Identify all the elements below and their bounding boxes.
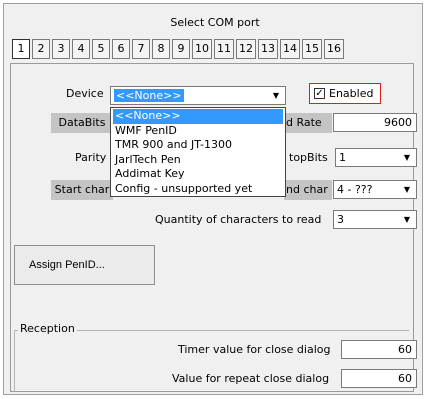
baud-rate-field[interactable]: 9600	[333, 113, 417, 132]
dropdown-option[interactable]: <<None>>	[113, 109, 283, 124]
tab-4[interactable]: 4	[72, 39, 90, 59]
tab-13[interactable]: 13	[258, 39, 278, 59]
quantity-value: 3	[337, 213, 344, 226]
chevron-down-icon[interactable]: ▼	[269, 89, 283, 102]
databits-label: DataBits	[51, 113, 113, 133]
tab-15[interactable]: 15	[302, 39, 322, 59]
tab-16[interactable]: 16	[324, 39, 344, 59]
chevron-down-icon[interactable]: ▼	[400, 213, 414, 226]
tab-1[interactable]: 1	[12, 39, 30, 59]
enabled-checkbox[interactable]: ✓ Enabled	[309, 83, 381, 104]
stopbits-label: topBits	[289, 151, 328, 164]
tab-10[interactable]: 10	[192, 39, 212, 59]
dropdown-option[interactable]: TMR 900 and JT-1300	[113, 138, 283, 153]
quantity-select[interactable]: 3 ▼	[333, 210, 417, 229]
end-char-select[interactable]: 4 - ??? ▼	[333, 180, 417, 199]
tab-7[interactable]: 7	[132, 39, 150, 59]
start-char-label: Start char	[51, 180, 113, 200]
chevron-down-icon[interactable]: ▼	[400, 151, 414, 164]
assign-penid-button[interactable]: Assign PenID...	[14, 245, 155, 285]
timer-field[interactable]: 60	[341, 340, 417, 359]
tab-11[interactable]: 11	[214, 39, 234, 59]
repeat-label: Value for repeat close dialog	[172, 372, 330, 385]
timer-label: Timer value for close dialog	[178, 343, 331, 356]
device-label: Device	[66, 87, 104, 100]
port-tabs: 1 2 3 4 5 6 7 8 9 10 11 12 13 14 15 16	[12, 39, 346, 59]
tab-14[interactable]: 14	[280, 39, 300, 59]
device-selected-value: <<None>>	[114, 89, 184, 102]
dropdown-option[interactable]: Config - unsupported yet	[113, 182, 283, 197]
parity-label: Parity	[75, 151, 107, 164]
baud-rate-label: d Rate	[284, 113, 332, 133]
checkmark-icon: ✓	[314, 88, 325, 99]
tab-5[interactable]: 5	[92, 39, 110, 59]
device-select[interactable]: <<None>> ▼	[110, 86, 286, 105]
enabled-label: Enabled	[329, 87, 374, 100]
chevron-down-icon[interactable]: ▼	[400, 183, 414, 196]
tab-9[interactable]: 9	[172, 39, 190, 59]
tab-2[interactable]: 2	[32, 39, 50, 59]
end-char-value: 4 - ???	[337, 183, 373, 196]
tab-12[interactable]: 12	[236, 39, 256, 59]
tab-8[interactable]: 8	[152, 39, 170, 59]
stopbits-value: 1	[339, 151, 346, 164]
tab-6[interactable]: 6	[112, 39, 130, 59]
reception-title: Reception	[18, 322, 77, 335]
tab-3[interactable]: 3	[52, 39, 70, 59]
dropdown-option[interactable]: JarlTech Pen	[113, 153, 283, 168]
end-char-label: nd char	[284, 180, 332, 200]
dropdown-option[interactable]: Addimat Key	[113, 167, 283, 182]
dialog-title: Select COM port	[170, 16, 260, 29]
device-dropdown-list: <<None>> WMF PenID TMR 900 and JT-1300 Jarl…	[110, 107, 286, 197]
stopbits-select[interactable]: 1 ▼	[335, 148, 417, 167]
dropdown-option[interactable]: WMF PenID	[113, 124, 283, 139]
repeat-field[interactable]: 60	[341, 369, 417, 388]
quantity-label: Quantity of characters to read	[155, 213, 322, 226]
